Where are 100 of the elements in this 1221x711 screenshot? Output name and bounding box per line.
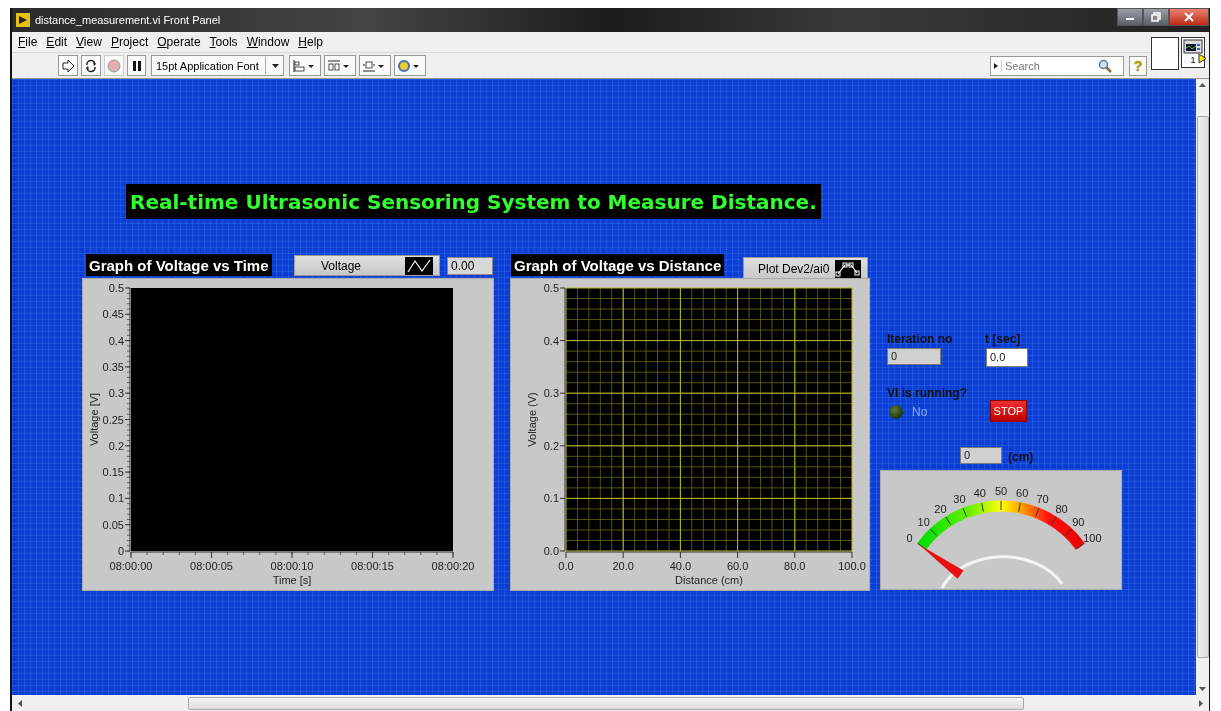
gauge-scale-label: 20: [934, 502, 947, 515]
numeric-indicator: 0: [960, 447, 1002, 464]
restore-button[interactable]: [1143, 8, 1169, 26]
gauge-needle[interactable]: [919, 544, 964, 579]
tick-label: 0.4: [108, 334, 124, 347]
scroll-right-icon: [1199, 699, 1203, 707]
reorder-button[interactable]: [393, 55, 426, 76]
plot-legend[interactable]: Voltage: [294, 255, 440, 276]
scroll-left-icon: [18, 699, 22, 707]
tick-label: 0.15: [102, 466, 124, 479]
tick-label: 08:00:10: [270, 560, 314, 572]
gauge-scale-label: 50: [994, 485, 1008, 497]
font-dropdown[interactable]: 15pt Application Font: [151, 55, 284, 76]
axis-title: Voltage [V]: [88, 392, 100, 447]
pause-icon: [130, 59, 143, 72]
distribute-button[interactable]: [323, 55, 356, 76]
value-display: 0.00: [447, 257, 493, 275]
numeric-indicator: 0.0: [986, 348, 1028, 367]
tick-label: 0.5: [543, 282, 559, 294]
tick-label: 0.45: [102, 308, 124, 321]
numeric-indicator: 0: [887, 348, 941, 365]
cycle-arrows-icon: [84, 58, 98, 73]
window-title: distance_measurement.vi Front Panel: [35, 14, 221, 26]
gauge-scale-label: 30: [953, 492, 966, 505]
scroll-down-icon: [1199, 687, 1206, 691]
stop-button[interactable]: STOP: [990, 400, 1027, 422]
menu-item[interactable]: View: [76, 35, 102, 49]
tick-label: 0.05: [102, 518, 124, 531]
tick-label: 0.35: [102, 360, 124, 373]
tick-label: 08:00:00: [109, 560, 153, 572]
pause-button[interactable]: [127, 55, 146, 76]
graph-label: Graph of Voltage vs Time: [86, 254, 272, 276]
tick-label: 0.3: [543, 387, 559, 400]
restore-icon: [1151, 12, 1161, 22]
control-label: VI is running?: [887, 386, 967, 400]
menu-item[interactable]: Tools: [209, 35, 238, 49]
scroll-up-icon: [1199, 83, 1206, 87]
monitor-icon: [1183, 39, 1203, 55]
close-icon: [1184, 12, 1194, 22]
run-continuously-button[interactable]: [81, 55, 101, 76]
menu-item[interactable]: Operate: [157, 35, 201, 49]
arrow-icon: [61, 58, 75, 73]
graph-label: Graph of Voltage vs Distance: [511, 254, 725, 276]
vi-icon[interactable]: 1: [1181, 37, 1205, 68]
tick-label: 0.0: [558, 560, 574, 572]
connector-pane[interactable]: [1151, 37, 1179, 70]
menu-item[interactable]: Project: [110, 35, 149, 49]
horizontal-scrollbar[interactable]: [12, 695, 1209, 711]
tick-label: 0.5: [108, 282, 124, 294]
gauge-scale-label: 60: [1016, 487, 1029, 499]
line-plot-icon: [405, 256, 433, 275]
tick-label: 0.1: [108, 492, 124, 505]
gauge-scale-label: 70: [1036, 492, 1049, 505]
tick-label: 60.0: [726, 560, 749, 572]
tick-label: 0.3: [108, 387, 124, 400]
tick-label: 0.4: [543, 334, 559, 347]
scroll-thumb[interactable]: [188, 696, 1024, 710]
tick-label: 80.0: [784, 560, 806, 572]
tick-label: 08:00:05: [190, 560, 233, 572]
gauge-scale-label: 0: [906, 531, 913, 544]
menu-item[interactable]: Edit: [46, 35, 68, 49]
axis-title: Distance (cm): [675, 574, 743, 586]
caret-icon: [271, 63, 279, 68]
resize-button[interactable]: [358, 55, 391, 76]
tick-label: 20.0: [612, 560, 634, 572]
axis-title: Time [s]: [272, 574, 312, 586]
tick-label: 40.0: [669, 560, 692, 572]
search-field[interactable]: Search: [990, 55, 1124, 76]
close-button[interactable]: [1169, 8, 1209, 26]
menu-item[interactable]: Help: [298, 35, 323, 49]
tick-label: 08:00:20: [431, 560, 475, 572]
menu-item[interactable]: File: [18, 35, 38, 49]
gauge-scale-label: 80: [1055, 502, 1068, 515]
led-text: No: [912, 405, 928, 419]
expand-icon: [994, 62, 998, 69]
menu-item[interactable]: Window: [246, 35, 290, 49]
play-arrow-icon: [1198, 53, 1207, 64]
tick-label: 100.0: [838, 560, 866, 572]
plot-legend[interactable]: Plot Dev2/ai0: [743, 257, 868, 280]
tick-label: 0.2: [108, 439, 124, 452]
run-button[interactable]: [58, 55, 78, 76]
app-icon: [16, 13, 30, 27]
axis-title: Voltage (V): [526, 392, 538, 447]
gauge-scale-label: 90: [1072, 515, 1085, 528]
control-label: t [sec]: [985, 332, 1021, 346]
tick-label: 0.2: [543, 439, 559, 452]
gauge-scale-label: 100: [1083, 531, 1102, 544]
align-button[interactable]: [288, 55, 321, 76]
gauge-scale-label: 40: [973, 487, 986, 499]
control-label: Iteration no: [887, 332, 953, 346]
tick-label: 08:00:15: [351, 560, 394, 572]
tick-label: 0: [117, 545, 124, 557]
point-plot-icon: [835, 259, 861, 278]
unit-label: (cm): [1008, 450, 1034, 464]
minimize-button[interactable]: [1117, 8, 1143, 26]
tick-label: 0.1: [543, 492, 559, 505]
banner-title: Real-time Ultrasonic Sensoring System to Measure Distance.: [126, 184, 821, 219]
tick-label: 0.25: [102, 413, 124, 426]
tick-label: 0.0: [543, 545, 559, 557]
gauge-scale-label: 10: [917, 515, 930, 528]
